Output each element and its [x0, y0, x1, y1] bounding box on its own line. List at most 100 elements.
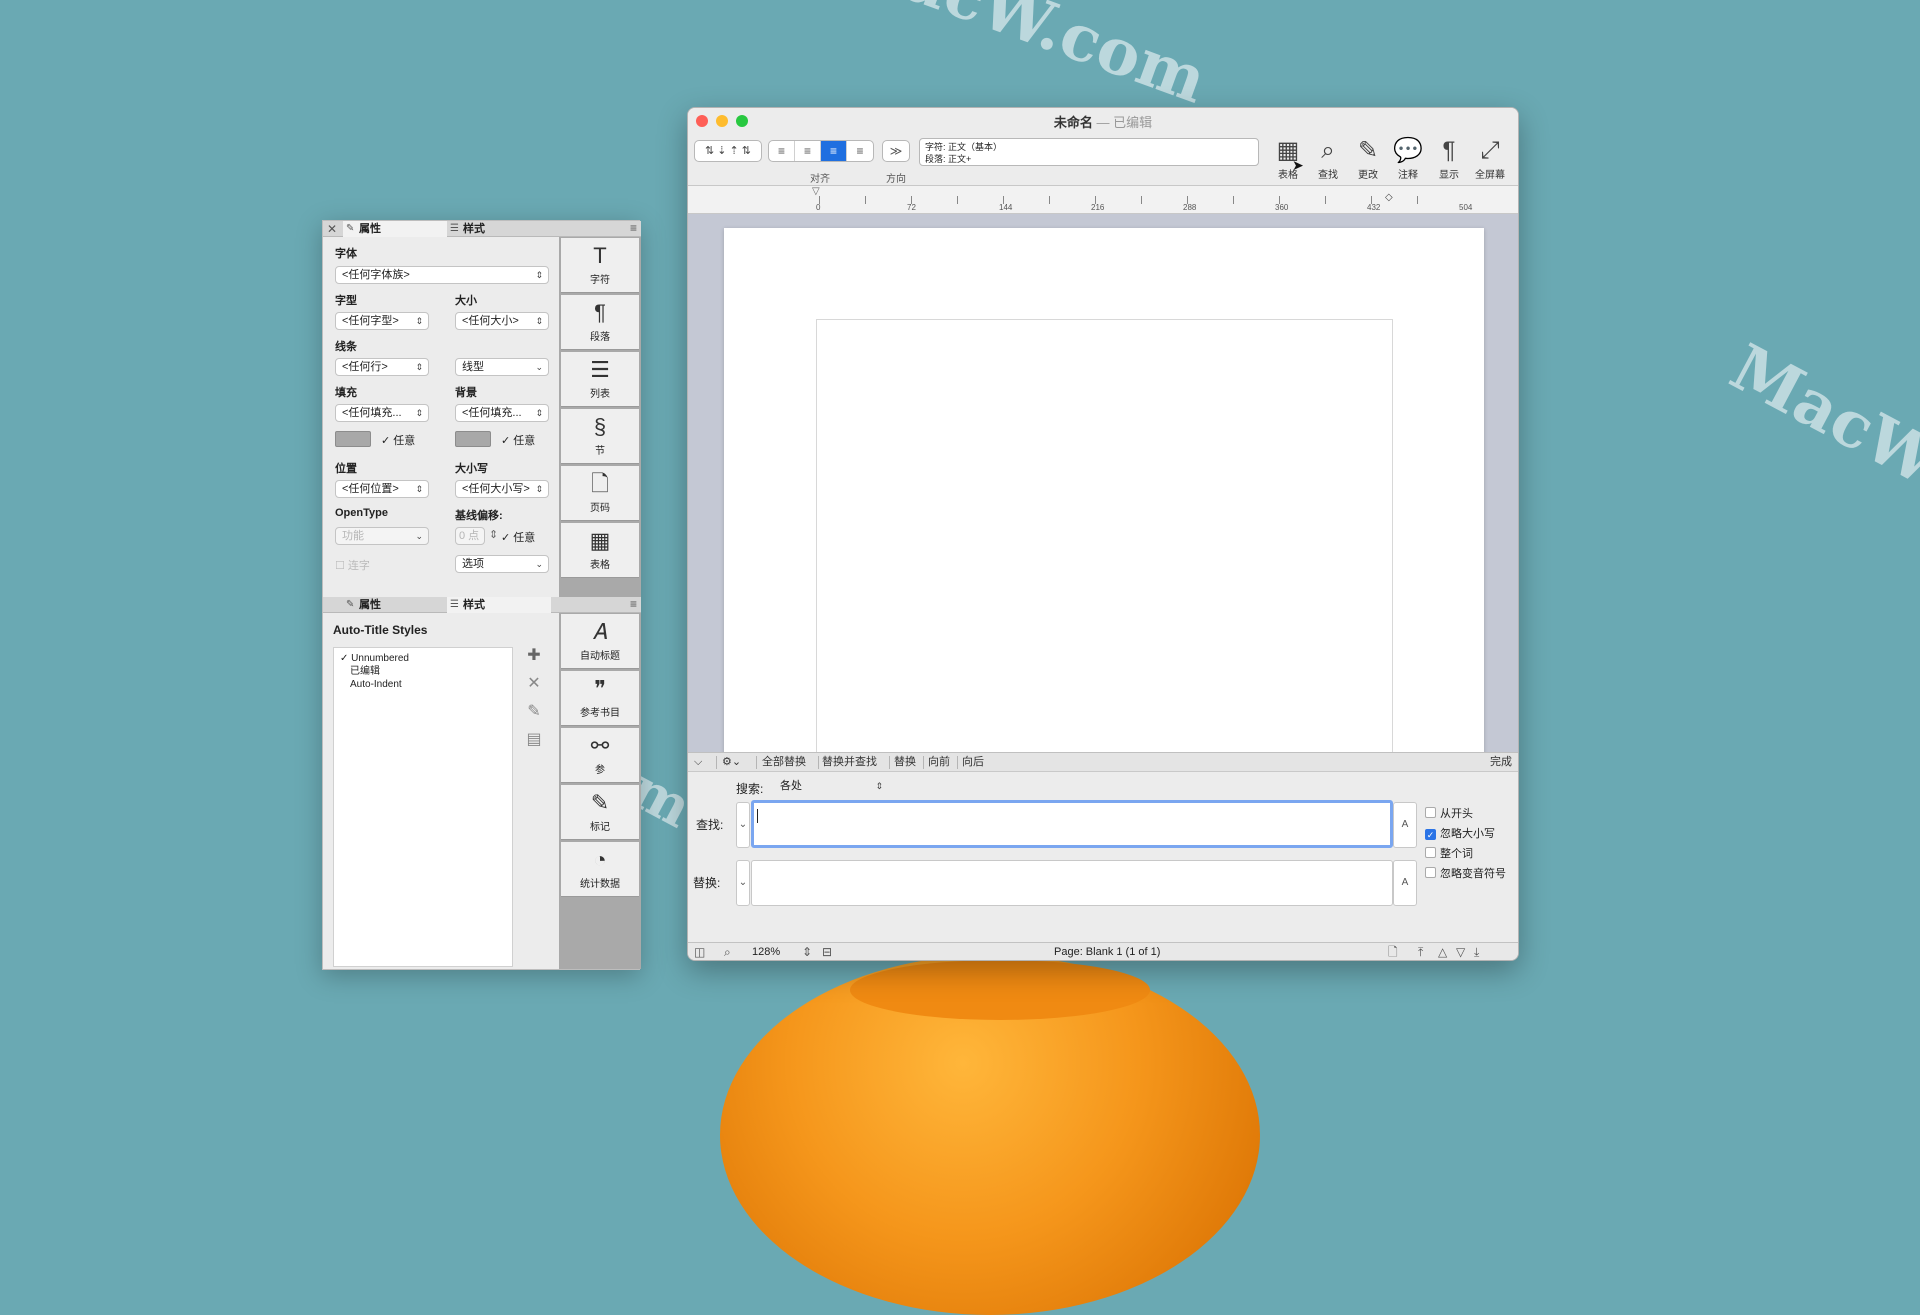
status-bar: ◫ ⌕ 128% ⇕ ⊟ Page: Blank 1 (1 of 1) 🗋 ⤒ … [688, 942, 1518, 960]
auto-title-heading: Auto-Title Styles [333, 623, 428, 637]
whole-word-checkbox[interactable]: 整个词 [1425, 846, 1473, 862]
ignore-diacritics-checkbox[interactable]: 忽略变音符号 [1425, 866, 1506, 882]
previous-page-icon[interactable]: △ [1438, 943, 1447, 960]
baseline-field[interactable]: 0 点 [455, 527, 485, 545]
collapse-icon[interactable]: ⌵ [694, 753, 702, 771]
checkbox[interactable] [1425, 807, 1436, 818]
replace-input[interactable] [751, 860, 1393, 906]
align-center-button[interactable]: ≡ [795, 141, 821, 161]
opentype-popup[interactable]: 功能 ⌄ [335, 527, 429, 545]
toolbar-fullscreen[interactable]: ⤢ 全屏幕 [1470, 136, 1510, 181]
page-layout-icon[interactable]: ⊟ [822, 943, 832, 960]
sidebar-item-character[interactable]: T 字符 [561, 238, 639, 293]
next-page-icon[interactable]: ▽ [1456, 943, 1465, 960]
sidebar-toggle-icon[interactable]: ◫ [694, 943, 705, 960]
tab-attributes[interactable]: ✎ 属性 [343, 221, 447, 237]
ruler[interactable]: 0 72 144 216 288 360 432 504 ▽ ◇ [688, 186, 1518, 214]
align-right-button[interactable]: ≡ [821, 141, 847, 161]
baseline-label: 基线偏移: [455, 510, 503, 522]
fill-popup[interactable]: <任何填充... ⇕ [335, 404, 429, 422]
spacing-control[interactable]: ⇅ ⇣ ⇡ ⇅ [694, 140, 762, 162]
sidebar-item-references[interactable]: ⚯ 参 [561, 728, 639, 783]
lines-popup[interactable]: <任何行> ⇕ [335, 358, 429, 376]
indent-marker-icon[interactable]: ▽ [812, 186, 820, 197]
replace-all-button[interactable]: 全部替换 [762, 753, 806, 771]
replace-button[interactable]: 替换 [894, 753, 916, 771]
replace-format-button[interactable]: A [1393, 860, 1417, 906]
last-page-icon[interactable]: ⤓ [1474, 943, 1479, 960]
zoom-stepper[interactable]: ⇕ [802, 943, 812, 960]
toolbar-changes[interactable]: ✎ 更改 [1348, 136, 1388, 181]
align-label: 对齐 [810, 174, 830, 185]
align-justify-button[interactable]: ≡ [847, 141, 873, 161]
font-family-popup[interactable]: <任何字体族> ⇕ [335, 266, 549, 284]
close-icon[interactable]: ✕ [327, 222, 337, 236]
document-page[interactable] [724, 228, 1484, 752]
list-item[interactable]: ✓ Unnumbered [340, 652, 506, 665]
direction-button[interactable]: ≫ [882, 140, 910, 162]
replace-and-find-button[interactable]: 替换并查找 [822, 753, 877, 771]
background-color-swatch[interactable] [455, 431, 491, 447]
size-popup[interactable]: <任何大小> ⇕ [455, 312, 549, 330]
page-icon[interactable]: 🗋 [1388, 943, 1398, 960]
sidebar-item-auto-title[interactable]: 𝐴 自动标题 [561, 614, 639, 669]
tab-stop-icon[interactable]: ◇ [1385, 192, 1393, 203]
style-display[interactable]: 字符: 正文（基本） 段落: 正文+ [919, 138, 1259, 166]
sidebar-item-section[interactable]: § 节 [561, 409, 639, 464]
fill-color-swatch[interactable] [335, 431, 371, 447]
ignore-case-checkbox[interactable]: ✓ 忽略大小写 [1425, 826, 1495, 842]
sidebar-item-table[interactable]: ▦ 表格 [561, 523, 639, 578]
find-history-dropdown[interactable]: ⌄ [736, 802, 750, 848]
toolbar-find[interactable]: ⌕ 查找 [1308, 136, 1348, 181]
add-style-icon[interactable]: ✚ [523, 645, 545, 667]
tab-styles-2[interactable]: ☰ 样式 [447, 597, 551, 613]
sidebar-item-markup[interactable]: ✎ 标记 [561, 785, 639, 840]
tab-styles[interactable]: ☰ 样式 [447, 221, 551, 237]
toolbar-show[interactable]: ¶ 显示 [1429, 136, 1469, 181]
toolbar-comment[interactable]: 💬 注释 [1388, 136, 1428, 181]
tab-attributes-2[interactable]: ✎ 属性 [343, 597, 447, 613]
position-popup[interactable]: <任何位置> ⇕ [335, 480, 429, 498]
zoom-value[interactable]: 128% [752, 943, 780, 960]
sidebar-item-bibliography[interactable]: ❞ 参考书目 [561, 671, 639, 726]
quote-icon: ❞ [594, 676, 606, 701]
baseline-any-checkbox[interactable]: ✓ 任意 [501, 529, 535, 545]
background-popup[interactable]: <任何填充... ⇕ [455, 404, 549, 422]
align-left-button[interactable]: ≡ [769, 141, 795, 161]
sidebar-item-statistics[interactable]: ◔ 统计数据 [561, 842, 639, 897]
edit-style-icon[interactable]: ✎ [523, 701, 545, 723]
first-page-icon[interactable]: ⤒ [1418, 943, 1423, 960]
search-scope-popup[interactable]: 各处 ⇕ [774, 778, 888, 796]
list-item[interactable]: 已编辑 [340, 665, 506, 678]
done-button[interactable]: 完成 [1490, 753, 1512, 771]
zoom-icon[interactable]: ⌕ [724, 943, 731, 960]
ligature-checkbox[interactable]: ☐ 连字 [335, 557, 370, 573]
options-popup[interactable]: 选项 ⌄ [455, 555, 549, 573]
sidebar-item-page[interactable]: 🗋 页码 [561, 466, 639, 521]
gear-icon[interactable]: ⚙⌄ [722, 753, 741, 771]
style-options-icon[interactable]: ▤ [523, 729, 545, 751]
linetype-popup[interactable]: 线型 ⌄ [455, 358, 549, 376]
window-toolbar: 未命名 — 已编辑 ⇅ ⇣ ⇡ ⇅ ≡ ≡ ≡ ≡ ≫ 字符: 正文（基本） 段… [688, 108, 1518, 186]
case-popup[interactable]: <任何大小写> ⇕ [455, 480, 549, 498]
find-format-button[interactable]: A [1393, 802, 1417, 848]
text-area[interactable] [816, 319, 1393, 752]
baseline-stepper[interactable]: ⇕ [489, 528, 498, 541]
checkbox[interactable] [1425, 847, 1436, 858]
list-item[interactable]: Auto-Indent [340, 678, 506, 691]
checkbox-checked[interactable]: ✓ [1425, 829, 1436, 840]
next-button[interactable]: 向后 [962, 753, 984, 771]
background-any-checkbox[interactable]: ✓ 任意 [501, 432, 535, 448]
menu-icon[interactable]: ≡ [630, 221, 637, 235]
sidebar-item-list[interactable]: ☰ 列表 [561, 352, 639, 407]
remove-style-icon[interactable]: ✕ [523, 673, 545, 695]
previous-button[interactable]: 向前 [928, 753, 950, 771]
checkbox[interactable] [1425, 867, 1436, 878]
from-start-checkbox[interactable]: 从开头 [1425, 806, 1473, 822]
replace-history-dropdown[interactable]: ⌄ [736, 860, 750, 906]
typeface-popup[interactable]: <任何字型> ⇕ [335, 312, 429, 330]
fill-any-checkbox[interactable]: ✓ 任意 [381, 432, 415, 448]
menu-icon[interactable]: ≡ [630, 597, 637, 611]
find-input[interactable] [751, 800, 1393, 848]
sidebar-item-paragraph[interactable]: ¶ 段落 [561, 295, 639, 350]
